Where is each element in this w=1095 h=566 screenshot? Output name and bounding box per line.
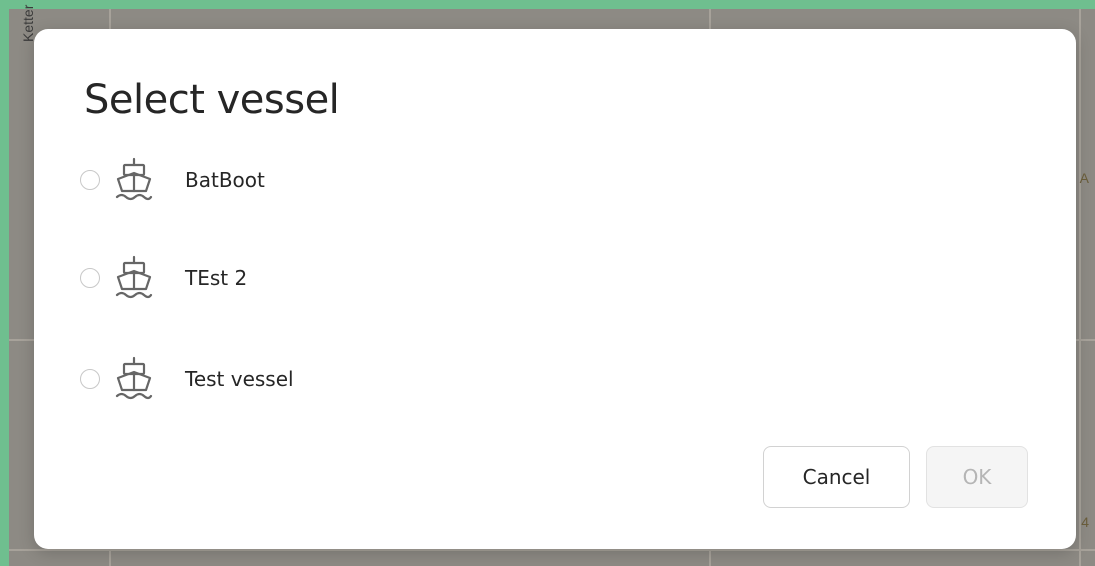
vessel-option-label: BatBoot	[185, 168, 265, 192]
map-edge-label-bottom: 4	[1081, 514, 1089, 530]
frame-top-border	[0, 0, 1095, 9]
map-road	[1079, 9, 1081, 566]
ship-icon	[112, 355, 156, 403]
vessel-option-label: TEst 2	[185, 266, 248, 290]
ship-icon	[112, 156, 156, 204]
vessel-option[interactable]: BatBoot	[80, 155, 680, 205]
select-vessel-dialog: Select vessel BatBoot TEst 2 Test vessel…	[34, 29, 1076, 549]
map-edge-label: A	[1079, 170, 1089, 186]
vessel-radio[interactable]	[80, 268, 100, 288]
map-road	[9, 549, 1095, 551]
ship-icon	[112, 254, 156, 302]
vessel-option[interactable]: Test vessel	[80, 354, 680, 404]
vessel-option[interactable]: TEst 2	[80, 253, 680, 303]
vessel-radio[interactable]	[80, 369, 100, 389]
vessel-radio[interactable]	[80, 170, 100, 190]
ok-button[interactable]: OK	[926, 446, 1028, 508]
frame-left-border	[0, 0, 9, 566]
dialog-title: Select vessel	[84, 77, 340, 123]
vessel-option-label: Test vessel	[185, 367, 294, 391]
map-street-label: Ketter	[20, 4, 36, 42]
cancel-button[interactable]: Cancel	[763, 446, 910, 508]
